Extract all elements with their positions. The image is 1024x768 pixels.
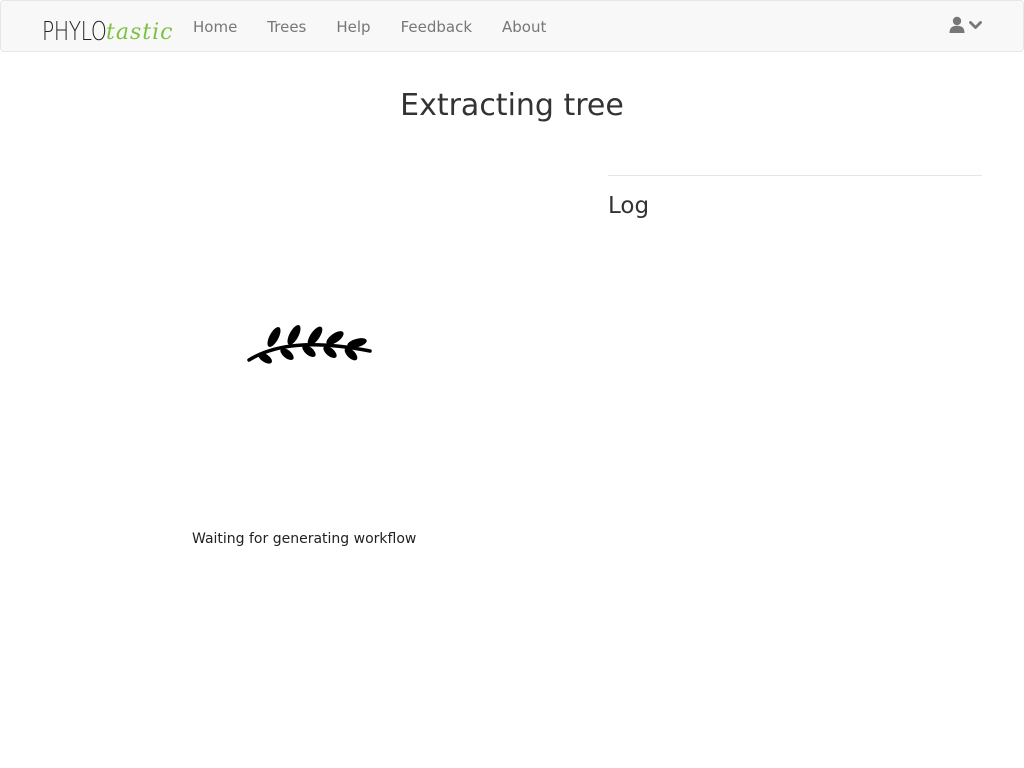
leaf-branch-icon [247, 316, 373, 372]
chevron-down-icon [969, 21, 982, 29]
nav-item-feedback[interactable]: Feedback [386, 1, 487, 51]
nav-item-about[interactable]: About [487, 1, 561, 51]
nav-item-trees[interactable]: Trees [252, 1, 321, 51]
nav-item-help[interactable]: Help [321, 1, 385, 51]
navbar: PHYLO tastic Home Trees Help Feedback Ab… [0, 0, 1024, 52]
brand-logo[interactable]: PHYLO tastic [42, 12, 173, 46]
brand-logo-part2: tastic [106, 20, 174, 45]
page-title: Extracting tree [400, 88, 624, 123]
log-heading: Log [608, 193, 650, 219]
status-text: Waiting for generating workflow [192, 531, 417, 547]
user-menu-dropdown[interactable] [949, 16, 982, 34]
brand-logo-part1: PHYLO [42, 17, 107, 47]
log-panel [608, 240, 982, 560]
main-nav: Home Trees Help Feedback About [178, 1, 561, 51]
user-icon [949, 16, 965, 33]
nav-item-home[interactable]: Home [178, 1, 252, 51]
log-divider [608, 175, 982, 176]
